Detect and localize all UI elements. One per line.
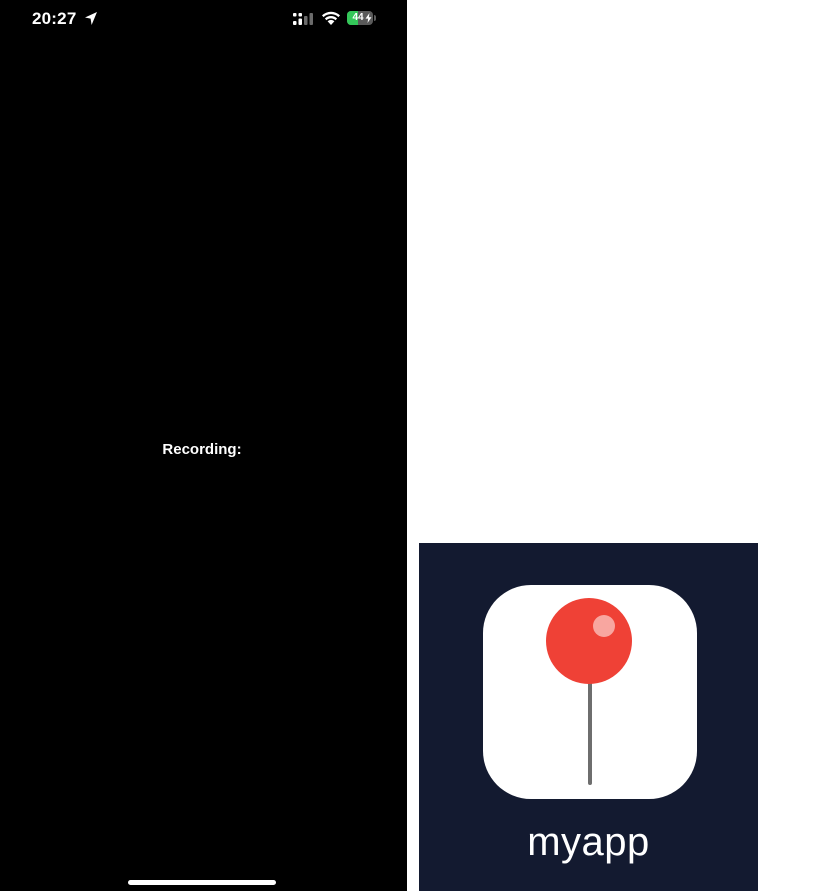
red-map-pin-icon <box>546 598 632 684</box>
home-indicator[interactable] <box>128 880 276 885</box>
battery-indicator: 44 <box>347 11 377 25</box>
composite-screenshot: 20:27 44 Recording: myapp <box>0 0 837 891</box>
phone-screen: 20:27 44 Recording: <box>0 0 407 891</box>
pin-needle <box>588 675 592 785</box>
app-icon-panel: myapp <box>419 543 758 891</box>
status-time: 20:27 <box>32 9 77 28</box>
battery-cap <box>374 15 376 21</box>
location-arrow-icon <box>85 12 97 25</box>
app-name-label: myapp <box>527 820 650 864</box>
pin-highlight <box>593 615 615 637</box>
cellular-signal-icon <box>293 13 313 25</box>
battery-body: 44 <box>347 11 373 25</box>
recording-label: Recording: <box>162 441 242 458</box>
status-bar: 20:27 44 <box>0 0 407 40</box>
charging-bolt-icon <box>365 13 372 23</box>
myapp-app-icon[interactable] <box>483 585 697 799</box>
wifi-icon <box>322 11 340 25</box>
